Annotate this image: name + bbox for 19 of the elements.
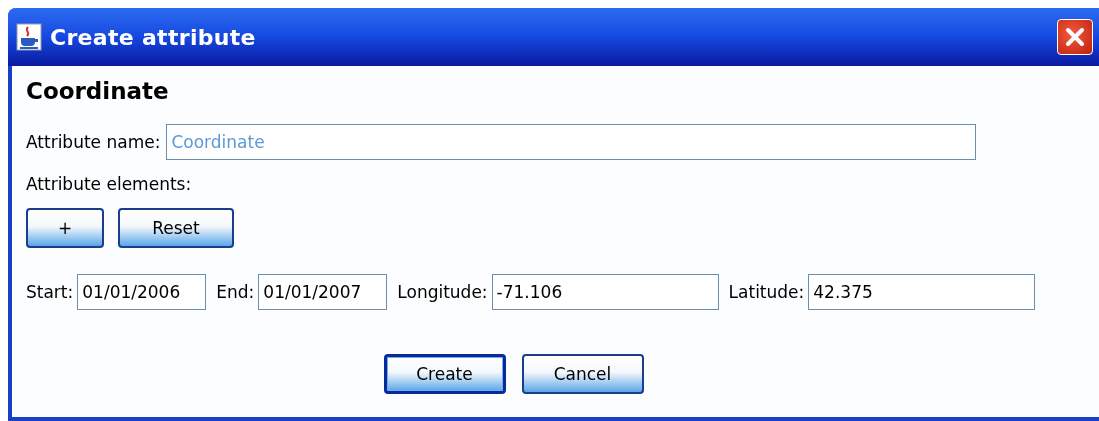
field-label: Longitude: [397,282,488,302]
input-field[interactable]: 01/01/2007 [258,274,388,310]
input-field[interactable]: -71.106 [491,274,719,310]
field-label: Latitude: [728,282,805,302]
close-icon [1064,26,1086,48]
input-field[interactable]: 01/01/2006 [77,274,207,310]
close-button[interactable] [1057,19,1093,55]
field-label: Start: [26,282,74,302]
field-label: Attribute name: [26,132,161,152]
section-label: Attribute elements: [26,174,193,194]
action-button[interactable]: + [26,208,104,248]
field-label: End: [216,282,255,302]
cup-icon [16,23,42,51]
window-title: Create attribute [50,24,257,50]
input-field[interactable]: 42.375 [808,274,1036,310]
action-button[interactable]: Reset [118,208,234,248]
dialog-heading: Coordinate [26,78,170,106]
dialog-button[interactable]: Create [383,354,506,394]
dialog-button[interactable]: Cancel [521,354,644,394]
